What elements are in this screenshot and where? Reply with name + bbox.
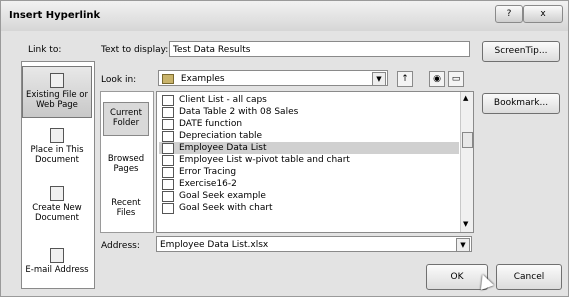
link-create-new-document[interactable]: Create New Document xyxy=(22,186,92,223)
file-list-item[interactable]: Depreciation table xyxy=(159,130,459,142)
look-in-select[interactable]: Examples ▼ xyxy=(158,70,388,86)
excel-file-icon xyxy=(162,155,174,166)
link-to-label: Link to: xyxy=(28,45,62,55)
file-list[interactable]: Client List - all caps Data Table 2 with … xyxy=(156,91,474,233)
chevron-down-icon[interactable]: ▼ xyxy=(372,72,386,86)
link-item-label: Existing File or Web Page xyxy=(26,90,88,110)
file-list-item[interactable]: Error Tracing xyxy=(159,166,459,178)
file-name: Error Tracing xyxy=(179,167,237,177)
excel-file-icon xyxy=(162,191,174,202)
scroll-down-icon[interactable]: ▼ xyxy=(463,220,468,228)
address-value: Employee Data List.xlsx xyxy=(160,240,269,250)
new-document-icon xyxy=(50,186,64,201)
location-recent-files[interactable]: Recent Files xyxy=(103,198,149,218)
file-list-item[interactable]: Employee Data List xyxy=(159,142,459,154)
email-icon xyxy=(50,248,64,263)
link-item-label: Create New Document xyxy=(32,203,82,223)
scroll-up-icon[interactable]: ▲ xyxy=(463,94,468,102)
address-input[interactable]: Employee Data List.xlsx ▼ xyxy=(156,236,472,252)
screentip-button[interactable]: ScreenTip... xyxy=(482,41,560,62)
link-item-label: Place in This Document xyxy=(30,145,84,165)
file-name: Exercise16-2 xyxy=(179,179,237,189)
browse-web-icon[interactable]: ◉ xyxy=(429,71,445,87)
locations-pane: Current Folder Browsed Pages Recent File… xyxy=(100,91,154,233)
excel-file-icon xyxy=(162,119,174,130)
link-to-pane: Existing File or Web Page Place in This … xyxy=(21,61,95,289)
file-name: Client List - all caps xyxy=(179,95,267,105)
insert-hyperlink-dialog: Insert Hyperlink ? x Link to: Existing F… xyxy=(0,0,569,297)
file-list-item[interactable]: Employee List w-pivot table and chart xyxy=(159,154,459,166)
link-item-label: E-mail Address xyxy=(25,265,89,275)
excel-file-icon xyxy=(162,179,174,190)
file-name: Employee List w-pivot table and chart xyxy=(179,155,350,165)
folder-icon xyxy=(162,73,174,84)
globe-folder-icon xyxy=(50,73,64,88)
dialog-title: Insert Hyperlink xyxy=(9,10,101,21)
document-anchor-icon xyxy=(50,128,64,143)
file-name: Employee Data List xyxy=(179,143,267,153)
cancel-button[interactable]: Cancel xyxy=(496,264,562,290)
close-button[interactable]: x xyxy=(523,5,563,23)
excel-file-icon xyxy=(162,95,174,106)
excel-file-icon xyxy=(162,203,174,214)
file-list-item[interactable]: Data Table 2 with 08 Sales xyxy=(159,106,459,118)
link-existing-file-or-web-page[interactable]: Existing File or Web Page xyxy=(22,66,92,118)
title-bar: Insert Hyperlink ? x xyxy=(1,1,568,31)
excel-file-icon xyxy=(162,131,174,142)
bookmark-button[interactable]: Bookmark... xyxy=(482,93,560,114)
address-label: Address: xyxy=(101,241,140,251)
link-place-in-this-document[interactable]: Place in This Document xyxy=(22,128,92,165)
look-in-label: Look in: xyxy=(101,75,137,85)
file-name: Data Table 2 with 08 Sales xyxy=(179,107,299,117)
text-to-display-input[interactable]: Test Data Results xyxy=(169,41,470,57)
file-list-item[interactable]: Goal Seek with chart xyxy=(159,202,459,214)
chevron-down-icon[interactable]: ▼ xyxy=(456,238,470,252)
excel-file-icon xyxy=(162,107,174,118)
excel-file-icon xyxy=(162,143,174,154)
help-button[interactable]: ? xyxy=(495,5,523,23)
file-list-scrollbar[interactable]: ▲ ▼ xyxy=(460,92,473,232)
excel-file-icon xyxy=(162,167,174,178)
file-name: DATE function xyxy=(179,119,243,129)
location-browsed-pages[interactable]: Browsed Pages xyxy=(103,154,149,174)
browse-file-icon[interactable]: ▭ xyxy=(448,71,464,87)
link-email-address[interactable]: E-mail Address xyxy=(22,248,92,275)
file-list-item[interactable]: Client List - all caps xyxy=(159,94,459,106)
look-in-value: Examples xyxy=(180,74,225,84)
file-list-item[interactable]: DATE function xyxy=(159,118,459,130)
up-folder-icon[interactable]: ↑ xyxy=(397,71,413,87)
location-current-folder[interactable]: Current Folder xyxy=(103,102,149,136)
file-name: Goal Seek with chart xyxy=(179,203,273,213)
file-list-item[interactable]: Exercise16-2 xyxy=(159,178,459,190)
scroll-thumb[interactable] xyxy=(462,132,473,148)
file-name: Depreciation table xyxy=(179,131,263,141)
file-list-item[interactable]: Goal Seek example xyxy=(159,190,459,202)
file-name: Goal Seek example xyxy=(179,191,266,201)
text-to-display-label: Text to display: xyxy=(101,45,169,55)
